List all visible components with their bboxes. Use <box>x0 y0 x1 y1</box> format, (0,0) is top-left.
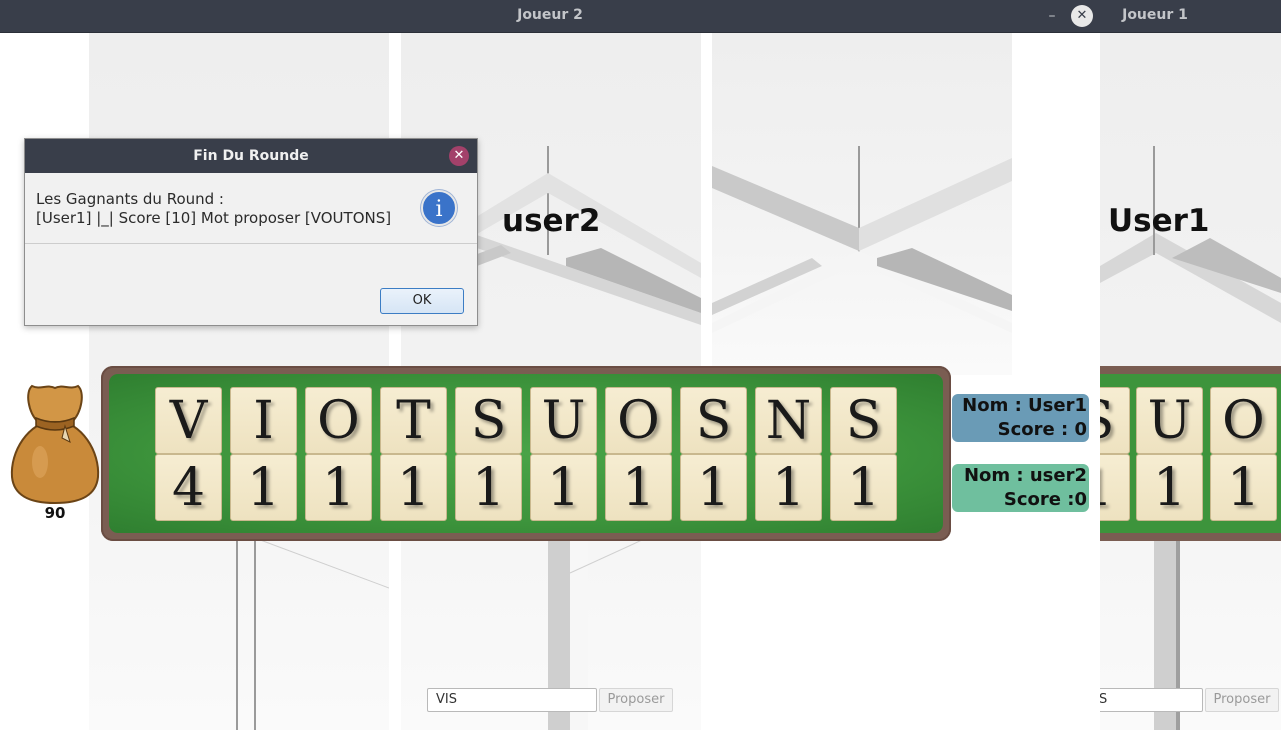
player2-username: user2 <box>502 203 601 239</box>
letter-tile[interactable]: V <box>155 387 222 454</box>
point-tile: 4 <box>155 454 222 521</box>
player1-letter-tile: U <box>1136 387 1203 454</box>
point-tile: 1 <box>755 454 822 521</box>
letter-tile[interactable]: O <box>305 387 372 454</box>
dialog-separator <box>25 243 477 244</box>
player1-point-tile: 1 <box>1100 454 1130 521</box>
player1-propose-button[interactable]: Proposer <box>1205 688 1279 712</box>
minimize-icon[interactable]: – <box>1044 8 1060 24</box>
bag-count: 90 <box>44 504 66 522</box>
letter-tile[interactable]: S <box>830 387 897 454</box>
letter-tile[interactable]: O <box>605 387 672 454</box>
player1-window-title: Joueur 1 <box>1122 7 1188 23</box>
player2-titlebar[interactable]: Joueur 2 – ✕ <box>0 0 1100 33</box>
point-tile: 1 <box>680 454 747 521</box>
letter-tile[interactable]: S <box>455 387 522 454</box>
letter-tile[interactable]: U <box>530 387 597 454</box>
score-box-user1-score: Score : 0 <box>997 419 1087 440</box>
point-tile: 1 <box>230 454 297 521</box>
dialog-title: Fin Du Rounde <box>25 139 477 173</box>
dialog-message: Les Gagnants du Round : [User1] |_| Scor… <box>36 190 391 228</box>
player1-point-tile: 1 <box>1210 454 1277 521</box>
player2-window-title: Joueur 2 <box>517 7 583 23</box>
player2-window: Joueur 2 – ✕ user2 90 V I O T S U O S N … <box>0 0 1100 730</box>
point-tile: 1 <box>605 454 672 521</box>
player1-letter-tile: S <box>1100 387 1130 454</box>
info-icon: i <box>421 190 457 226</box>
point-tile: 1 <box>530 454 597 521</box>
close-icon[interactable]: ✕ <box>1071 5 1093 27</box>
ok-button[interactable]: OK <box>380 288 464 314</box>
dialog-message-line2: [User1] |_| Score [10] Mot proposer [VOU… <box>36 209 392 227</box>
letter-tile[interactable]: S <box>680 387 747 454</box>
round-end-dialog: Fin Du Rounde ✕ Les Gagnants du Round : … <box>24 138 478 326</box>
player1-username: User1 <box>1108 203 1210 239</box>
ceiling-panel-center-right <box>712 33 1012 375</box>
score-box-user1-name: Nom : User1 <box>962 395 1087 416</box>
letter-board <box>101 366 951 541</box>
letter-tile[interactable]: N <box>755 387 822 454</box>
player1-point-tile: 1 <box>1136 454 1203 521</box>
point-tile: 1 <box>830 454 897 521</box>
point-tile: 1 <box>455 454 522 521</box>
score-box-user2-score: Score :0 <box>1003 489 1087 510</box>
letter-tile[interactable]: T <box>380 387 447 454</box>
propose-button[interactable]: Proposer <box>599 688 673 712</box>
point-tile: 1 <box>305 454 372 521</box>
dialog-close-icon[interactable]: ✕ <box>449 146 469 166</box>
dialog-message-line1: Les Gagnants du Round : <box>36 190 224 208</box>
letter-bag-icon <box>10 384 100 504</box>
score-box-user1: Nom : User1 Score : 0 <box>952 394 1089 442</box>
score-box-user2: Nom : user2 Score :0 <box>952 464 1089 512</box>
player1-word-input[interactable]: S <box>1100 688 1203 712</box>
word-input[interactable]: VIS <box>427 688 597 712</box>
player1-titlebar[interactable]: Joueur 1 <box>1100 0 1281 33</box>
player1-window: Joueur 1 User1 S U O 1 1 1 S Proposer <box>1100 0 1281 730</box>
player1-letter-tile: O <box>1210 387 1277 454</box>
point-tile: 1 <box>380 454 447 521</box>
score-box-user2-name: Nom : user2 <box>963 465 1087 486</box>
letter-tile[interactable]: I <box>230 387 297 454</box>
